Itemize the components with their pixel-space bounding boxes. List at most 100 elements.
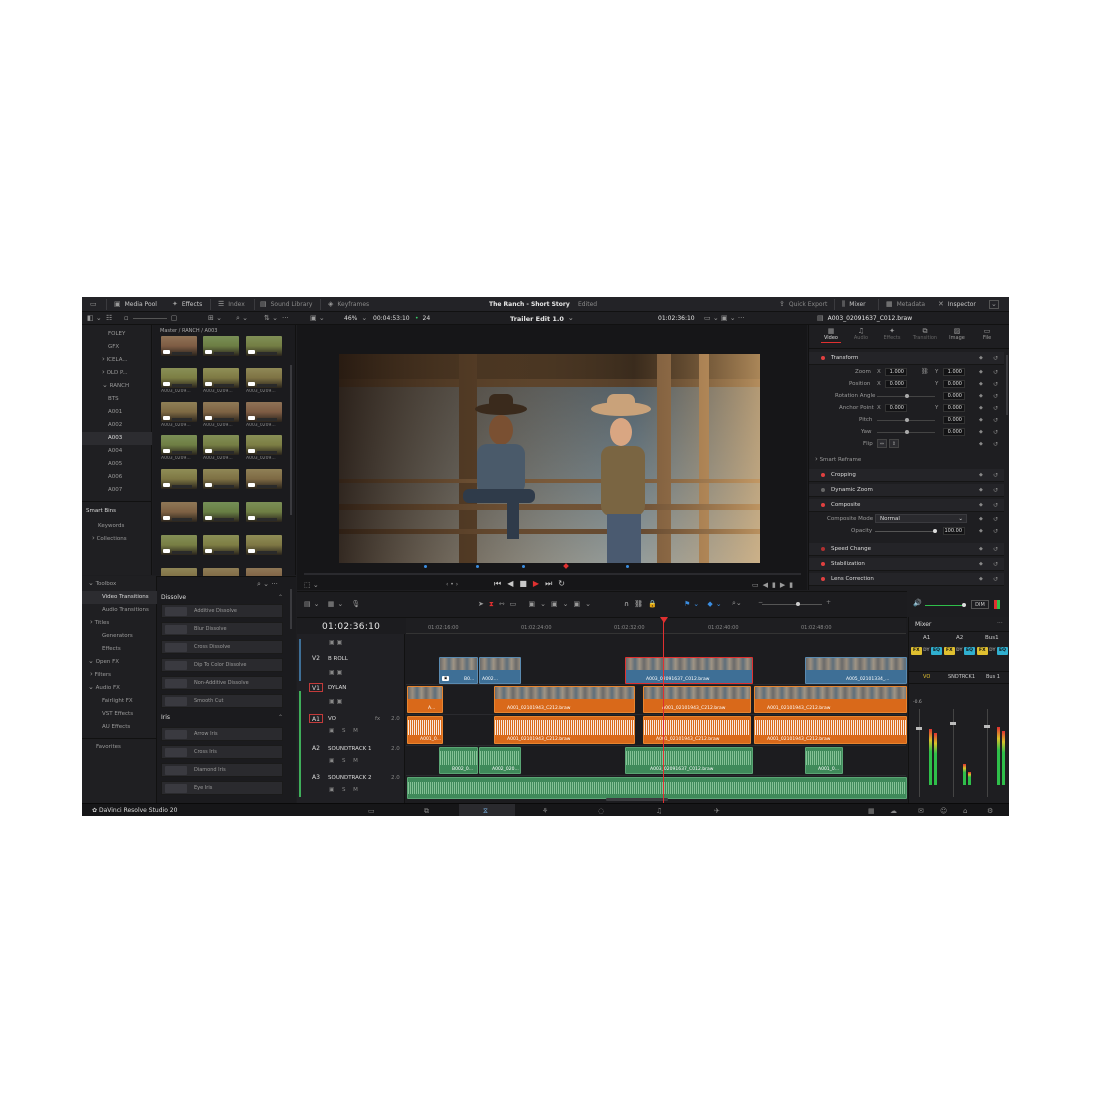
- transition-item[interactable]: Blur Dissolve: [161, 622, 283, 636]
- keyframes-button[interactable]: ◈ Keyframes: [328, 297, 369, 312]
- dynamic-zoom-section[interactable]: Dynamic Zoom: [809, 484, 1004, 497]
- transition-item[interactable]: Diamond Iris: [161, 763, 283, 777]
- tab-effects[interactable]: ✦ Effects: [881, 328, 903, 342]
- viewer-options-icon[interactable]: ▭ ⌄ ▣ ⌄ ···: [704, 312, 745, 325]
- transition-item[interactable]: Additive Dissolve: [161, 604, 283, 618]
- collapse-iris-icon[interactable]: ⌃: [278, 714, 283, 721]
- clip-thumbnail[interactable]: [161, 336, 197, 356]
- open-fx-filters[interactable]: › Filters: [82, 669, 157, 682]
- timeline-zoom-slider[interactable]: [762, 604, 822, 605]
- track-controls-icon[interactable]: ▣ ▣: [329, 639, 342, 646]
- grid-icon[interactable]: ▦: [868, 807, 875, 815]
- bin-item[interactable]: A006: [82, 471, 152, 484]
- slider-handle[interactable]: [905, 430, 909, 434]
- view-options-icon[interactable]: ▣ ⌄: [310, 312, 325, 325]
- keyframe-icon[interactable]: ◆: [979, 516, 983, 522]
- tab-image[interactable]: ▨ Image: [947, 328, 967, 342]
- sound-library-button[interactable]: ▤ Sound Library: [260, 297, 312, 312]
- list-view-icon[interactable]: ☷: [106, 312, 112, 325]
- zoom-x-field[interactable]: 1.000: [885, 368, 907, 376]
- home-icon[interactable]: ⌂: [963, 807, 967, 815]
- keyframe-icon[interactable]: ◆: [979, 381, 983, 387]
- lens-correction-section[interactable]: Lens Correction: [809, 573, 1004, 586]
- more-options-icon[interactable]: ···: [997, 620, 1003, 627]
- audio-clip[interactable]: A001_02101943_C212.braw: [643, 716, 751, 744]
- master-volume-slider[interactable]: [925, 605, 963, 606]
- timeline-clip[interactable]: A...: [407, 686, 443, 713]
- reset-icon[interactable]: ↺: [993, 516, 998, 523]
- keyframe-icon[interactable]: ◆: [979, 355, 983, 361]
- bin-item[interactable]: A002: [82, 419, 152, 432]
- cropping-section[interactable]: Cropping: [809, 469, 1004, 482]
- track-fx-icon[interactable]: fx: [375, 716, 380, 722]
- transition-item[interactable]: Cross Iris: [161, 745, 283, 759]
- reset-icon[interactable]: ↺: [993, 355, 998, 362]
- track-controls-icon[interactable]: ▣ ▣: [329, 698, 342, 705]
- reset-icon[interactable]: ↺: [993, 472, 998, 479]
- scrollbar[interactable]: [290, 589, 292, 629]
- marker-blue[interactable]: [626, 565, 629, 568]
- timeline-clip[interactable]: A001_02101943_C212.braw: [754, 686, 907, 713]
- bin-item[interactable]: A007: [82, 484, 152, 497]
- zoom-y-field[interactable]: 1.000: [943, 368, 965, 376]
- keyframe-icon[interactable]: ◆: [979, 429, 983, 435]
- tab-file[interactable]: ▭ File: [979, 328, 995, 342]
- effects-button[interactable]: ✦ Effects: [172, 297, 202, 312]
- bin-item[interactable]: GFX: [82, 341, 152, 354]
- chat-icon[interactable]: ✉: [918, 807, 924, 815]
- playhead[interactable]: [663, 619, 664, 803]
- audio-clip[interactable]: B002_0...: [439, 747, 478, 774]
- track-a2-label[interactable]: A2: [309, 744, 323, 753]
- tab-transition[interactable]: ⧉ Transition: [911, 328, 939, 342]
- bin-item[interactable]: BTS: [82, 393, 152, 406]
- index-button[interactable]: ☰ Index: [218, 297, 245, 312]
- search-icon[interactable]: ⌕ ⌄: [236, 312, 248, 325]
- mixer-fx-chip[interactable]: EQ: [931, 647, 942, 655]
- clip-thumbnail[interactable]: [161, 435, 197, 455]
- color-page-icon[interactable]: ◌: [598, 807, 604, 815]
- timeline-clip-selected[interactable]: A003_02091637_C012.braw: [625, 657, 753, 684]
- panel-layout-icon[interactable]: ◧ ⌄: [87, 312, 102, 325]
- audio-clip[interactable]: A001_0...: [805, 747, 843, 774]
- mixer-fx-chip[interactable]: EQ: [964, 647, 975, 655]
- jog-control[interactable]: ‹ • ›: [446, 581, 458, 588]
- playhead-handle[interactable]: [660, 617, 668, 623]
- yaw-field[interactable]: 0.000: [943, 428, 965, 436]
- fader-track[interactable]: [987, 709, 988, 797]
- cloud-icon[interactable]: ☁: [890, 807, 897, 815]
- track-rsm-buttons[interactable]: ▣ S M: [329, 758, 361, 764]
- link-icon[interactable]: ⛓: [921, 368, 929, 375]
- clip-thumbnail[interactable]: [161, 502, 197, 522]
- effects-search-icon[interactable]: ⌕ ⌄ ···: [257, 580, 278, 589]
- favorites-header[interactable]: Favorites: [82, 741, 157, 754]
- speaker-icon[interactable]: 🔊: [913, 599, 922, 607]
- track-rsm-buttons[interactable]: ▣ S M: [329, 787, 361, 793]
- keyframe-icon[interactable]: ◆: [979, 487, 983, 493]
- timeline-clip[interactable]: A001_02101943_C212.braw: [643, 686, 751, 713]
- keyframe-icon[interactable]: ◆: [979, 472, 983, 478]
- clip-thumbnail[interactable]: [203, 402, 239, 422]
- viewer-transform-icon[interactable]: ⬚ ⌄: [304, 581, 319, 589]
- reset-icon[interactable]: ↺: [993, 546, 998, 553]
- audio-fx-fairlight[interactable]: Fairlight FX: [82, 695, 157, 708]
- viewer-extra-controls[interactable]: ▭◀▮▶▮: [752, 581, 797, 589]
- clip-thumbnail[interactable]: [246, 336, 282, 356]
- track-a1-label[interactable]: A1: [309, 714, 323, 723]
- bin-item[interactable]: › OLD P...: [82, 367, 152, 380]
- toolbox-effects[interactable]: Effects: [82, 643, 157, 656]
- smart-bin-collections[interactable]: › Collections: [82, 533, 152, 546]
- transform-section[interactable]: Transform: [809, 352, 1004, 365]
- clip-thumbnail[interactable]: [246, 535, 282, 555]
- marker-blue[interactable]: [522, 565, 525, 568]
- track-a3-label[interactable]: A3: [309, 773, 323, 782]
- fader-track[interactable]: [919, 709, 920, 797]
- bin-item[interactable]: A004: [82, 445, 152, 458]
- fusion-page-icon[interactable]: ⚘: [542, 807, 548, 815]
- tab-video[interactable]: ▦ Video: [821, 328, 841, 343]
- track-controls-icon[interactable]: ▣ ▣: [329, 669, 342, 676]
- toolbox-generators[interactable]: Generators: [82, 630, 157, 643]
- metadata-button[interactable]: ▦ Metadata: [886, 297, 925, 312]
- clip-thumbnail[interactable]: [203, 502, 239, 522]
- toolbox-video-transitions[interactable]: Video Transitions: [82, 591, 157, 604]
- clip-thumbnail[interactable]: [161, 535, 197, 555]
